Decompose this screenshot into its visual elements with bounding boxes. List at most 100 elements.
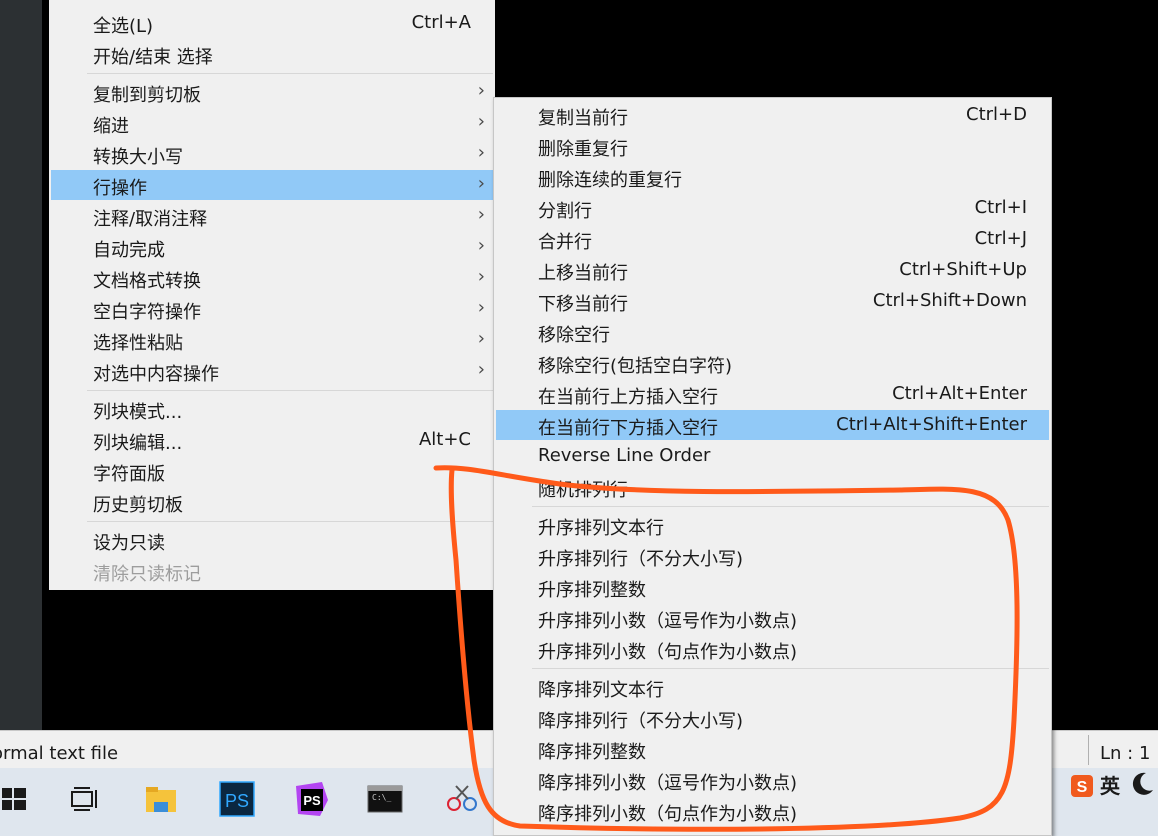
menu-item-character-panel[interactable]: 字符面版 bbox=[51, 456, 493, 486]
snipping-tool-icon[interactable] bbox=[442, 780, 482, 820]
menu-item-line-operations[interactable]: 行操作 › bbox=[51, 170, 493, 200]
menu-separator bbox=[87, 73, 493, 74]
menu-item-label: 列块模式... bbox=[93, 402, 183, 423]
menu-item-label: 降序排列小数（逗号作为小数点) bbox=[538, 773, 798, 794]
submenu-item-reverse-line-order[interactable]: Reverse Line Order bbox=[496, 441, 1049, 471]
submenu-item-sort-lex-desc-ignore-case[interactable]: 降序排列行（不分大小写) bbox=[496, 703, 1049, 733]
menu-item-label: 升序排列小数（句点作为小数点) bbox=[538, 642, 798, 663]
menu-item-label: 注释/取消注释 bbox=[93, 209, 208, 230]
chevron-right-icon: › bbox=[477, 359, 485, 380]
submenu-item-sort-decimal-dot-desc[interactable]: 降序排列小数（句点作为小数点) bbox=[496, 796, 1049, 826]
submenu-item-sort-int-desc[interactable]: 降序排列整数 bbox=[496, 734, 1049, 764]
menu-item-label: 开始/结束 选择 bbox=[93, 47, 213, 68]
menu-separator bbox=[532, 506, 1049, 507]
menu-item-column-editor[interactable]: 列块编辑... Alt+C bbox=[51, 425, 493, 455]
menu-item-indent[interactable]: 缩进 › bbox=[51, 108, 493, 138]
moon-icon[interactable] bbox=[1128, 770, 1156, 800]
submenu-item-remove-empty-lines[interactable]: 移除空行 bbox=[496, 317, 1049, 347]
status-divider bbox=[1088, 735, 1089, 765]
submenu-item-split-lines[interactable]: 分割行 Ctrl+I bbox=[496, 193, 1049, 223]
svg-text:PS: PS bbox=[225, 791, 249, 811]
menu-item-copy-to-clipboard[interactable]: 复制到剪切板 › bbox=[51, 77, 493, 107]
submenu-item-sort-decimal-comma-asc[interactable]: 升序排列小数（逗号作为小数点) bbox=[496, 603, 1049, 633]
menu-item-label: 升序排列小数（逗号作为小数点) bbox=[538, 611, 798, 632]
menu-item-set-read-only[interactable]: 设为只读 bbox=[51, 525, 493, 555]
photoshop-icon[interactable]: PS bbox=[218, 780, 258, 820]
submenu-item-sort-lex-asc[interactable]: 升序排列文本行 bbox=[496, 510, 1049, 540]
menu-item-clipboard-history[interactable]: 历史剪切板 bbox=[51, 487, 493, 517]
submenu-item-sort-lex-asc-ignore-case[interactable]: 升序排列行（不分大小写) bbox=[496, 541, 1049, 571]
menu-item-eol-conversion[interactable]: 文档格式转换 › bbox=[51, 263, 493, 293]
menu-item-paste-special[interactable]: 选择性粘贴 › bbox=[51, 325, 493, 355]
menu-separator bbox=[532, 668, 1049, 669]
menu-item-label: 对选中内容操作 bbox=[93, 364, 219, 385]
menu-item-label: 降序排列整数 bbox=[538, 742, 646, 763]
menu-item-begin-end-select[interactable]: 开始/结束 选择 bbox=[51, 39, 493, 69]
menu-item-label: 在当前行下方插入空行 bbox=[538, 418, 718, 439]
menu-item-label: Reverse Line Order bbox=[538, 445, 711, 466]
menu-item-on-selection[interactable]: 对选中内容操作 › bbox=[51, 356, 493, 386]
menu-separator bbox=[87, 521, 493, 522]
phpstorm-icon[interactable]: PS bbox=[292, 780, 332, 820]
submenu-item-sort-lex-desc[interactable]: 降序排列文本行 bbox=[496, 672, 1049, 702]
submenu-item-remove-duplicate-lines[interactable]: 删除重复行 bbox=[496, 131, 1049, 161]
menu-item-label: 历史剪切板 bbox=[93, 495, 183, 516]
menu-item-shortcut: Ctrl+J bbox=[974, 228, 1027, 249]
status-file-type: ormal text file bbox=[0, 743, 119, 764]
submenu-item-remove-consecutive-duplicates[interactable]: 删除连续的重复行 bbox=[496, 162, 1049, 192]
menu-item-column-mode[interactable]: 列块模式... bbox=[51, 394, 493, 424]
submenu-item-insert-blank-above[interactable]: 在当前行上方插入空行 Ctrl+Alt+Enter bbox=[496, 379, 1049, 409]
menu-item-label: 自动完成 bbox=[93, 240, 165, 261]
terminal-icon[interactable]: C:\_ bbox=[366, 780, 406, 820]
svg-text:S: S bbox=[1077, 779, 1088, 796]
menu-item-label: 降序排列小数（句点作为小数点) bbox=[538, 804, 798, 825]
menu-item-select-all[interactable]: 全选(L) Ctrl+A bbox=[51, 8, 493, 38]
submenu-item-insert-blank-below[interactable]: 在当前行下方插入空行 Ctrl+Alt+Shift+Enter bbox=[496, 410, 1049, 440]
submenu-item-remove-empty-lines-blank[interactable]: 移除空行(包括空白字符) bbox=[496, 348, 1049, 378]
menu-item-comment-toggle[interactable]: 注释/取消注释 › bbox=[51, 201, 493, 231]
submenu-item-join-lines[interactable]: 合并行 Ctrl+J bbox=[496, 224, 1049, 254]
task-view-icon[interactable] bbox=[66, 780, 106, 820]
submenu-item-sort-decimal-comma-desc[interactable]: 降序排列小数（逗号作为小数点) bbox=[496, 765, 1049, 795]
menu-item-label: 复制到剪切板 bbox=[93, 85, 201, 106]
menu-item-shortcut: Alt+C bbox=[418, 429, 471, 450]
menu-item-label: 降序排列文本行 bbox=[538, 680, 664, 701]
svg-text:C:\_: C:\_ bbox=[372, 793, 391, 802]
menu-item-label: 升序排列整数 bbox=[538, 580, 646, 601]
menu-item-label: 字符面版 bbox=[93, 464, 165, 485]
ime-language-label[interactable]: 英 bbox=[1100, 770, 1120, 800]
menu-item-label: 升序排列文本行 bbox=[538, 518, 664, 539]
menu-item-label: 上移当前行 bbox=[538, 263, 628, 284]
status-line-number: Ln : 1 bbox=[1100, 743, 1151, 764]
menu-item-label: 全选(L) bbox=[93, 16, 154, 37]
svg-text:PS: PS bbox=[303, 793, 321, 808]
menu-item-label: 文档格式转换 bbox=[93, 271, 201, 292]
menu-item-blank-operations[interactable]: 空白字符操作 › bbox=[51, 294, 493, 324]
chevron-right-icon: › bbox=[477, 204, 485, 225]
menu-item-shortcut: Ctrl+I bbox=[974, 197, 1027, 218]
menu-item-convert-case[interactable]: 转换大小写 › bbox=[51, 139, 493, 169]
chevron-right-icon: › bbox=[477, 266, 485, 287]
edit-context-menu: 全选(L) Ctrl+A 开始/结束 选择 复制到剪切板 › 缩进 › 转换大小… bbox=[49, 0, 495, 590]
chevron-right-icon: › bbox=[477, 235, 485, 256]
file-explorer-icon[interactable] bbox=[142, 780, 182, 820]
submenu-item-sort-decimal-dot-asc[interactable]: 升序排列小数（句点作为小数点) bbox=[496, 634, 1049, 664]
submenu-item-move-line-down[interactable]: 下移当前行 Ctrl+Shift+Down bbox=[496, 286, 1049, 316]
submenu-item-sort-int-asc[interactable]: 升序排列整数 bbox=[496, 572, 1049, 602]
chevron-right-icon: › bbox=[477, 142, 485, 163]
editor-gutter bbox=[0, 0, 42, 730]
menu-item-label: 清除只读标记 bbox=[93, 564, 201, 585]
submenu-item-move-line-up[interactable]: 上移当前行 Ctrl+Shift+Up bbox=[496, 255, 1049, 285]
submenu-item-duplicate-line[interactable]: 复制当前行 Ctrl+D bbox=[496, 100, 1049, 130]
menu-item-label: 随机排列行 bbox=[538, 480, 628, 501]
sogou-ime-icon[interactable]: S bbox=[1070, 774, 1094, 804]
menu-item-label: 设为只读 bbox=[93, 533, 165, 554]
chevron-right-icon: › bbox=[477, 173, 485, 194]
chevron-right-icon: › bbox=[477, 328, 485, 349]
menu-item-shortcut: Ctrl+A bbox=[411, 12, 471, 33]
menu-item-shortcut: Ctrl+Alt+Shift+Enter bbox=[836, 414, 1027, 435]
submenu-item-randomize-lines[interactable]: 随机排列行 bbox=[496, 472, 1049, 502]
windows-start-icon[interactable] bbox=[0, 780, 40, 820]
menu-item-label: 删除连续的重复行 bbox=[538, 170, 682, 191]
menu-item-auto-complete[interactable]: 自动完成 › bbox=[51, 232, 493, 262]
